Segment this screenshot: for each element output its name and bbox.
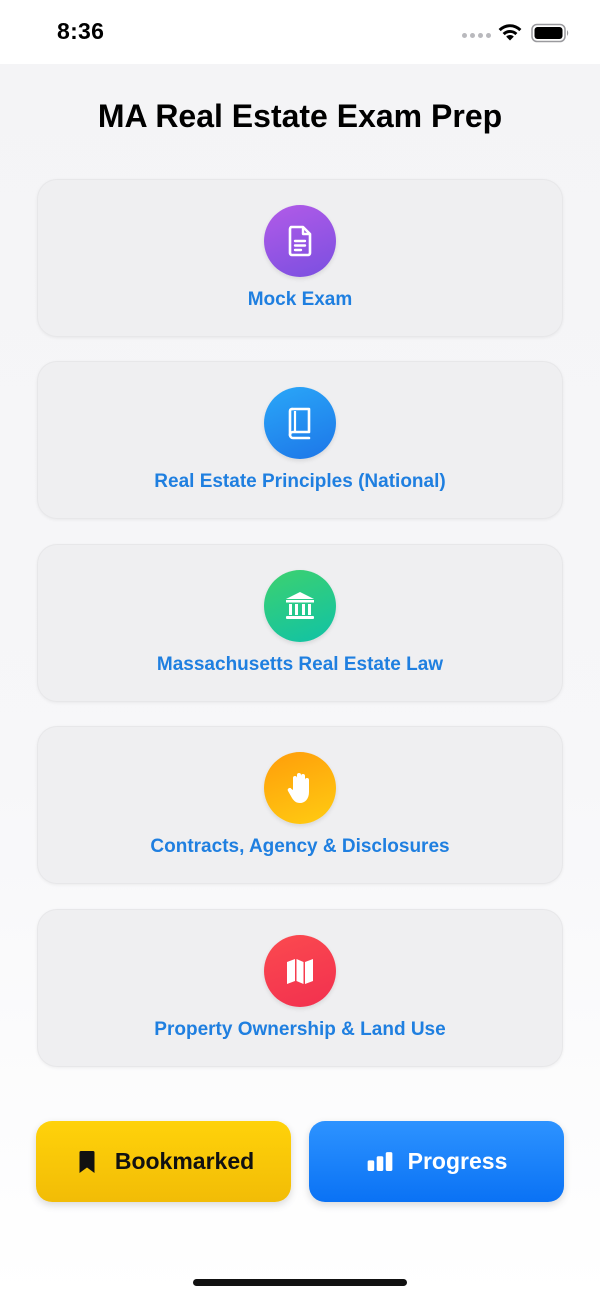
page-title: MA Real Estate Exam Prep [97,98,503,134]
progress-button[interactable]: Progress [309,1121,564,1202]
bookmark-icon [79,1150,95,1173]
category-card-mock-exam[interactable]: Mock Exam [37,179,563,337]
book-icon [264,387,336,459]
category-card-property-ownership[interactable]: Property Ownership & Land Use [37,909,563,1067]
progress-label: Progress [407,1148,508,1174]
category-label: Massachusetts Real Estate Law [156,654,444,675]
category-label: Real Estate Principles (National) [154,471,446,492]
category-card-contracts-agency[interactable]: Contracts, Agency & Disclosures [37,726,563,884]
cellular-signal-icon [462,33,491,38]
wifi-icon [498,24,522,41]
hand-icon [264,752,336,824]
category-card-massachusetts-law[interactable]: Massachusetts Real Estate Law [37,544,563,702]
app-screen: 8:36 MA Real Estate Exam Prep Mock Exam … [0,0,600,1299]
map-icon [264,935,336,1007]
category-label: Mock Exam [247,289,353,310]
bookmarked-label: Bookmarked [114,1148,255,1174]
bookmarked-button[interactable]: Bookmarked [36,1121,291,1202]
home-indicator[interactable] [193,1279,407,1286]
category-label: Contracts, Agency & Disclosures [150,836,450,857]
status-time: 8:36 [57,18,105,44]
building-columns-icon [264,570,336,642]
status-bar: 8:36 [0,0,600,64]
category-card-real-estate-principles[interactable]: Real Estate Principles (National) [37,361,563,519]
bar-chart-icon [367,1151,392,1171]
category-label: Property Ownership & Land Use [154,1019,446,1040]
battery-icon [531,23,569,43]
document-icon [264,205,336,277]
